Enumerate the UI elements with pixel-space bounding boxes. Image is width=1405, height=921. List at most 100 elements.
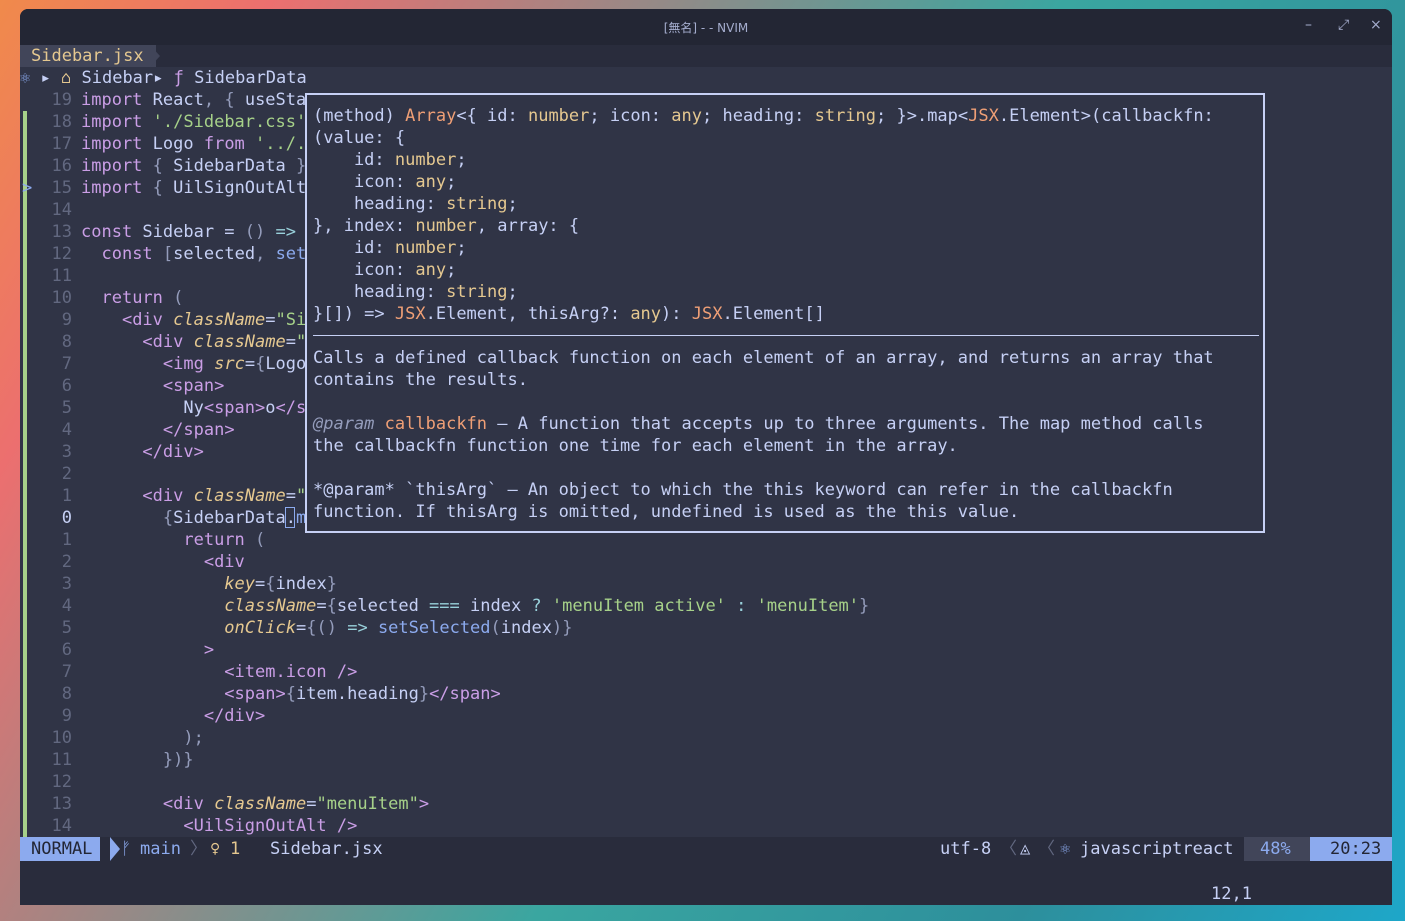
code-line[interactable]: <span>{item.heading}</span> [81, 683, 500, 705]
maximize-button[interactable]: ⤢ [1338, 17, 1349, 33]
code-line[interactable]: key={index} [81, 573, 337, 595]
code-line[interactable]: onClick={() => setSelected(index)} [81, 617, 572, 639]
folder-icon: ⌂ [61, 68, 72, 88]
function-icon: ƒ [173, 68, 184, 88]
editor-area[interactable]: Sidebar.jsx ⚛ ▸ ⌂ Sidebar▸ ƒ SidebarData… [20, 45, 1392, 845]
doc-line: function. If thisArg is omitted, undefin… [313, 502, 1020, 522]
chevron-left-icon: 〈 [1038, 839, 1055, 859]
git-branch[interactable]: main [140, 837, 181, 861]
window-title: [無名] - - NVIM [663, 21, 749, 35]
command-line[interactable]: 12,1 [20, 861, 1392, 905]
code-line[interactable]: </span> [81, 419, 235, 441]
title-bar: [無名] - - NVIM – ⤢ × [20, 9, 1392, 45]
nvim-window: [無名] - - NVIM – ⤢ × Sidebar.jsx ⚛ ▸ ⌂ Si… [20, 9, 1392, 905]
mode-indicator: NORMAL [20, 837, 101, 861]
line-number: 7 [61, 354, 72, 374]
git-sign-bar [23, 111, 27, 837]
filetype: javascriptreact [1080, 839, 1234, 859]
winbar: ⚛ ▸ ⌂ Sidebar▸ ƒ SidebarData [20, 67, 1392, 89]
winbar-file[interactable]: Sidebar [82, 68, 154, 88]
chevron-right-icon: ▸ [153, 68, 164, 88]
line-number: 10 [51, 288, 72, 308]
code-line[interactable]: const Sidebar = () => [81, 221, 296, 243]
buffer-tab[interactable]: Sidebar.jsx [20, 45, 156, 67]
code-line[interactable]: import React, { useSta [81, 89, 306, 111]
line-number: 11 [51, 266, 72, 286]
code-line[interactable]: </div> [81, 441, 203, 463]
hover-documentation: (method) Array<{ id: number; icon: any; … [305, 93, 1265, 533]
code-line[interactable]: })} [81, 749, 194, 771]
signature-line: (value: { [313, 128, 406, 148]
diagnostic-count[interactable]: 1 [230, 837, 240, 861]
code-line[interactable]: <div className=" [81, 485, 306, 507]
mode-separator [110, 837, 120, 861]
signature-line: id: number; [313, 150, 467, 170]
code-line[interactable]: return ( [81, 287, 183, 309]
cursor [285, 507, 295, 528]
line-number: 8 [61, 332, 72, 352]
code-line[interactable]: import './Sidebar.css' [81, 111, 306, 133]
line-number: 12 [51, 772, 72, 792]
current-line-marker: > [22, 178, 33, 198]
winbar-symbol[interactable]: SidebarData [194, 68, 307, 88]
chevron-right-icon: ▸ [40, 68, 51, 88]
lightbulb-icon: ♀ [210, 839, 221, 859]
doc-line: @param callbackfn — A function that acce… [313, 414, 1204, 434]
close-button[interactable]: × [1370, 17, 1382, 33]
line-number: 9 [61, 310, 72, 330]
status-filename: Sidebar.jsx [270, 839, 383, 859]
line-number: 17 [51, 134, 72, 154]
line-number: 19 [51, 90, 72, 110]
code-line[interactable]: import Logo from '../. [81, 133, 306, 155]
statusline: NORMAL ᚠ main 〉 ♀ 1 Sidebar.jsx utf-8 〈 … [20, 837, 1392, 861]
doc-line: contains the results. [313, 370, 528, 390]
line-number: 6 [61, 376, 72, 396]
code-line[interactable]: <UilSignOutAlt /> [81, 815, 357, 837]
hover-divider [313, 335, 1259, 336]
code-line[interactable]: <item.icon /> [81, 661, 357, 683]
line-number: 3 [61, 574, 72, 594]
linux-icon: ◬ [1020, 839, 1031, 859]
tab-separator [150, 45, 160, 67]
code-line[interactable]: <img src={Logo [81, 353, 306, 375]
scroll-percent: 48% [1244, 837, 1320, 861]
code-line[interactable]: import { SidebarData } [81, 155, 306, 177]
minimize-button[interactable]: – [1305, 17, 1312, 33]
code-line[interactable]: import { UilSignOutAlt [81, 177, 306, 199]
code-line[interactable]: const [selected, set [81, 243, 306, 265]
chevron-left-icon: 〈 [1000, 839, 1017, 859]
line-number: 5 [61, 398, 72, 418]
code-line[interactable]: <span> [81, 375, 224, 397]
line-number: 11 [51, 750, 72, 770]
tabline: Sidebar.jsx [20, 45, 1392, 67]
code-line[interactable]: className={selected === index ? 'menuIte… [81, 595, 869, 617]
react-icon: ⚛ [1060, 839, 1071, 859]
line-number: 5 [61, 618, 72, 638]
line-number: 13 [51, 222, 72, 242]
code-line[interactable]: ); [81, 727, 204, 749]
code-line[interactable]: return ( [81, 529, 265, 551]
code-line[interactable]: <div className=" [81, 331, 306, 353]
code-line[interactable]: </div> [81, 705, 265, 727]
line-number: 10 [51, 728, 72, 748]
code-line[interactable]: <div [81, 551, 245, 573]
react-icon: ⚛ [20, 68, 31, 88]
code-line[interactable]: > [81, 639, 214, 661]
line-number: 4 [61, 596, 72, 616]
doc-line: the callbackfn function one time for eac… [313, 436, 958, 456]
line-number: 12 [51, 244, 72, 264]
chevron-right-icon: 〉 [190, 839, 207, 859]
line-number: 2 [61, 552, 72, 572]
signature-line: icon: any; [313, 260, 457, 280]
code-line[interactable]: Ny<span>o</s [81, 397, 306, 419]
ruler: 12,1 [1211, 884, 1252, 904]
line-number: 2 [61, 464, 72, 484]
line-number: 14 [51, 816, 72, 836]
signature-line: icon: any; [313, 172, 457, 192]
line-number: 7 [61, 662, 72, 682]
line-number: 1 [61, 486, 72, 506]
code-line[interactable]: <div className="menuItem"> [81, 793, 429, 815]
code-line[interactable]: <div className="Si [81, 309, 306, 331]
git-branch-icon: ᚠ [121, 839, 132, 859]
line-number: 3 [61, 442, 72, 462]
